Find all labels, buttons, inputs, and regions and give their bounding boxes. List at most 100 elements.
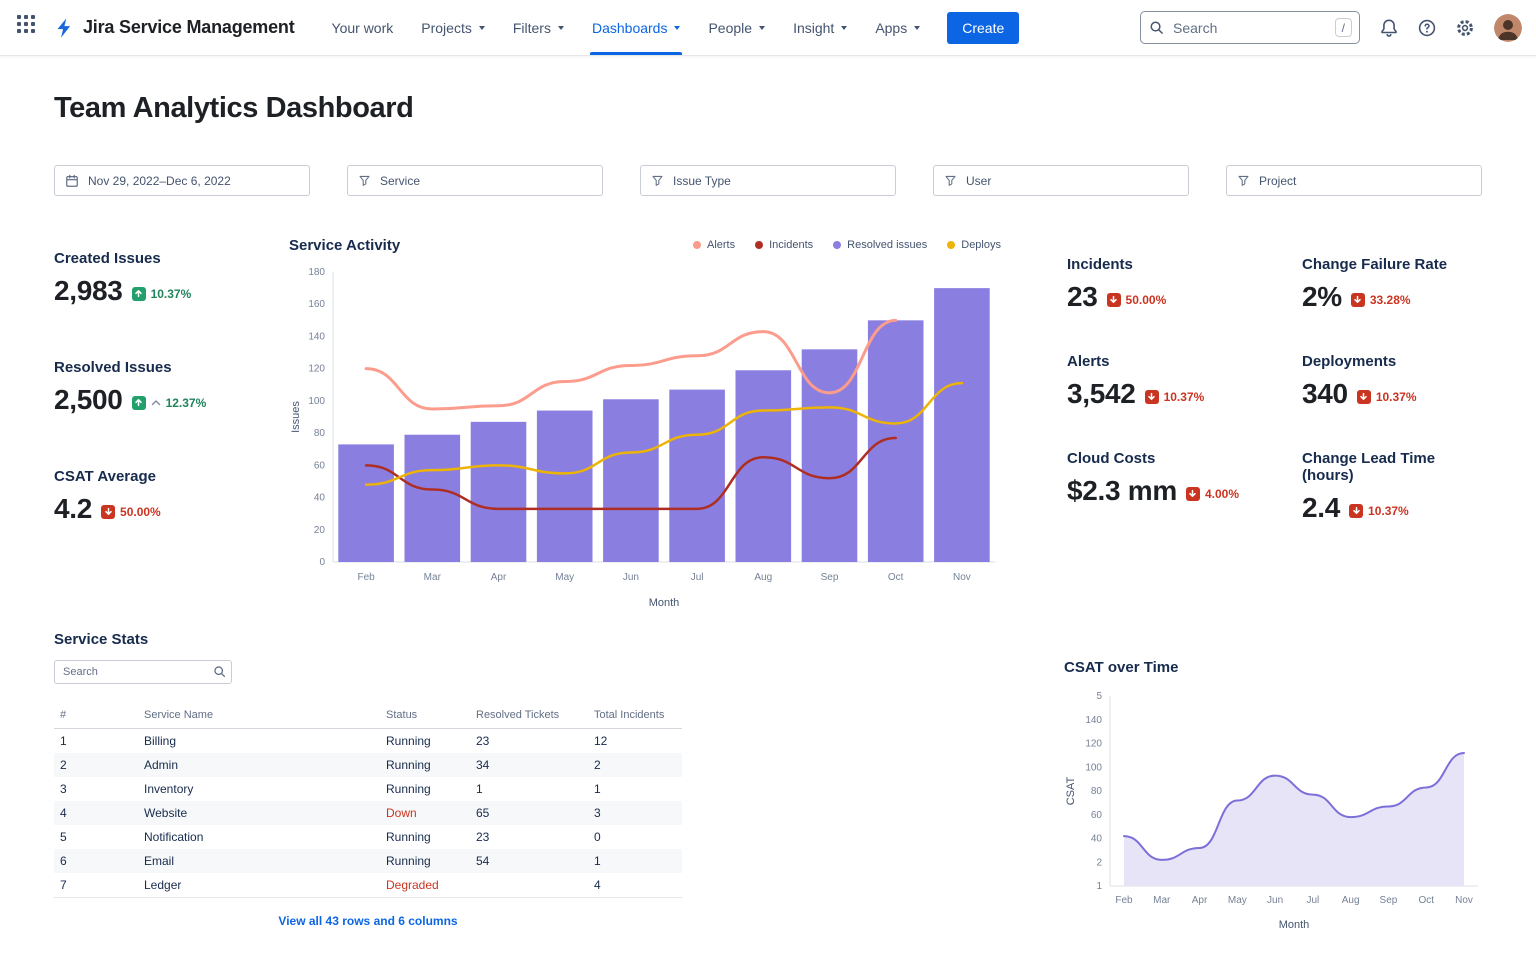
chart-legend: AlertsIncidentsResolved issuesDeploys — [693, 239, 1001, 251]
svg-text:Month: Month — [1279, 919, 1310, 931]
table-cell: Notification — [138, 825, 380, 849]
filter-project[interactable]: Project — [1226, 165, 1482, 196]
trend-down-icon — [1145, 390, 1159, 404]
kpi-value-row: 2350.00% — [1067, 281, 1302, 313]
chevron-down-icon — [674, 26, 680, 30]
app-switcher-button[interactable] — [16, 14, 44, 42]
table-cell: 3 — [54, 777, 138, 801]
nav-item-apps[interactable]: Apps — [864, 0, 931, 55]
nav-left: Jira Service Management Your work Project… — [16, 0, 1019, 55]
trend-down-icon — [101, 505, 115, 519]
chevron-down-icon — [841, 26, 847, 30]
svg-text:2: 2 — [1096, 857, 1102, 868]
search-icon — [213, 665, 226, 678]
nav-item-projects[interactable]: Projects — [410, 0, 496, 55]
table-cell: 4 — [54, 801, 138, 825]
nav-item-label: Your work — [332, 20, 394, 36]
gear-icon — [1455, 18, 1475, 38]
trend-down-icon — [1186, 487, 1200, 501]
brand-name: Jira Service Management — [83, 17, 295, 38]
trend-down-icon — [1351, 293, 1365, 307]
table-row[interactable]: 7LedgerDegraded4 — [54, 873, 682, 898]
user-avatar[interactable] — [1494, 14, 1522, 42]
kpi-value: 23 — [1067, 281, 1098, 313]
table-cell: Email — [138, 849, 380, 873]
table-cell: 1 — [588, 777, 682, 801]
svg-text:80: 80 — [1091, 786, 1103, 797]
notifications-button[interactable] — [1374, 13, 1404, 43]
kpi-value-row: 2%33.28% — [1302, 281, 1482, 313]
table-row[interactable]: 2AdminRunning342 — [54, 753, 682, 777]
nav-right: / — [1140, 11, 1522, 44]
legend-item: Alerts — [693, 239, 735, 251]
svg-text:Apr: Apr — [491, 572, 507, 583]
svg-text:Month: Month — [649, 597, 680, 609]
table-cell: 12 — [588, 729, 682, 754]
table-search-input[interactable] — [54, 660, 232, 684]
table-cell: 6 — [54, 849, 138, 873]
x-axis-ticks: FebMarAprMayJunJulAugSepOctNov — [357, 572, 970, 583]
svg-text:Jul: Jul — [1306, 895, 1319, 906]
table-cell: Admin — [138, 753, 380, 777]
chart-header: Service Activity AlertsIncidentsResolved… — [289, 234, 1001, 256]
svg-text:100: 100 — [1085, 762, 1102, 773]
search-input[interactable] — [1140, 11, 1360, 44]
nav-item-your-work[interactable]: Your work — [321, 0, 405, 55]
dashboard-main: Team Analytics Dashboard Nov 29, 2022–De… — [0, 92, 1536, 941]
svg-text:40: 40 — [1091, 834, 1103, 845]
filter-date-range[interactable]: Nov 29, 2022–Dec 6, 2022 — [54, 165, 310, 196]
kpi-value-row: $2.3 mm4.00% — [1067, 475, 1302, 507]
table-row[interactable]: 3InventoryRunning11 — [54, 777, 682, 801]
kpi-change-lead-time: Change Lead Time (hours)2.410.37% — [1302, 450, 1482, 524]
legend-dot — [755, 241, 763, 249]
nav-item-people[interactable]: People — [697, 0, 776, 55]
kpi-cloud-costs: Cloud Costs$2.3 mm4.00% — [1067, 450, 1302, 524]
nav-item-filters[interactable]: Filters — [502, 0, 575, 55]
column-header: Total Incidents — [588, 702, 682, 729]
table-cell: 23 — [470, 825, 588, 849]
kpi-label: Change Failure Rate — [1302, 256, 1482, 273]
trend-down-icon — [1107, 293, 1121, 307]
kpi-value-row: 2.410.37% — [1302, 492, 1482, 524]
nav-item-label: People — [708, 20, 752, 36]
table-row[interactable]: 5NotificationRunning230 — [54, 825, 682, 849]
chart-title: Service Activity — [289, 237, 400, 254]
filter-service[interactable]: Service — [347, 165, 603, 196]
kpi-created-issues: Created Issues2,98310.37% — [54, 250, 289, 307]
nav-item-dashboards[interactable]: Dashboards — [581, 0, 692, 55]
brand-link[interactable]: Jira Service Management — [54, 17, 295, 39]
table-cell: 2 — [588, 753, 682, 777]
table-row[interactable]: 1BillingRunning2312 — [54, 729, 682, 754]
legend-label: Deploys — [961, 239, 1001, 251]
filter-user[interactable]: User — [933, 165, 1189, 196]
caret-up-icon — [151, 399, 161, 406]
help-button[interactable] — [1412, 13, 1442, 43]
settings-button[interactable] — [1450, 13, 1480, 43]
svg-text:40: 40 — [314, 493, 326, 504]
kpi-resolved-issues: Resolved Issues2,50012.37% — [54, 359, 289, 416]
bar — [669, 390, 725, 562]
table-cell: 23 — [470, 729, 588, 754]
svg-text:Jun: Jun — [1267, 895, 1283, 906]
area-fill — [1124, 753, 1464, 886]
bell-icon — [1379, 18, 1399, 38]
table-cell: 65 — [470, 801, 588, 825]
table-cell — [470, 873, 588, 898]
service-activity-chart: 020406080100120140160180FebMarAprMayJunJ… — [289, 262, 1001, 614]
legend-dot — [833, 241, 841, 249]
legend-dot — [693, 241, 701, 249]
column-header: # — [54, 702, 138, 729]
top-nav: Jira Service Management Your work Project… — [0, 0, 1536, 56]
nav-item-insight[interactable]: Insight — [782, 0, 858, 55]
nav-item-label: Apps — [875, 20, 907, 36]
view-all-link[interactable]: View all 43 rows and 6 columns — [54, 914, 682, 928]
filter-label: Service — [380, 174, 420, 188]
svg-text:5: 5 — [1096, 691, 1102, 702]
svg-text:0: 0 — [319, 557, 325, 568]
search-icon — [1149, 20, 1164, 35]
table-row[interactable]: 4WebsiteDown653 — [54, 801, 682, 825]
table-row[interactable]: 6EmailRunning541 — [54, 849, 682, 873]
trend-up-icon — [132, 396, 146, 410]
create-button[interactable]: Create — [947, 12, 1019, 44]
filter-issue-type[interactable]: Issue Type — [640, 165, 896, 196]
